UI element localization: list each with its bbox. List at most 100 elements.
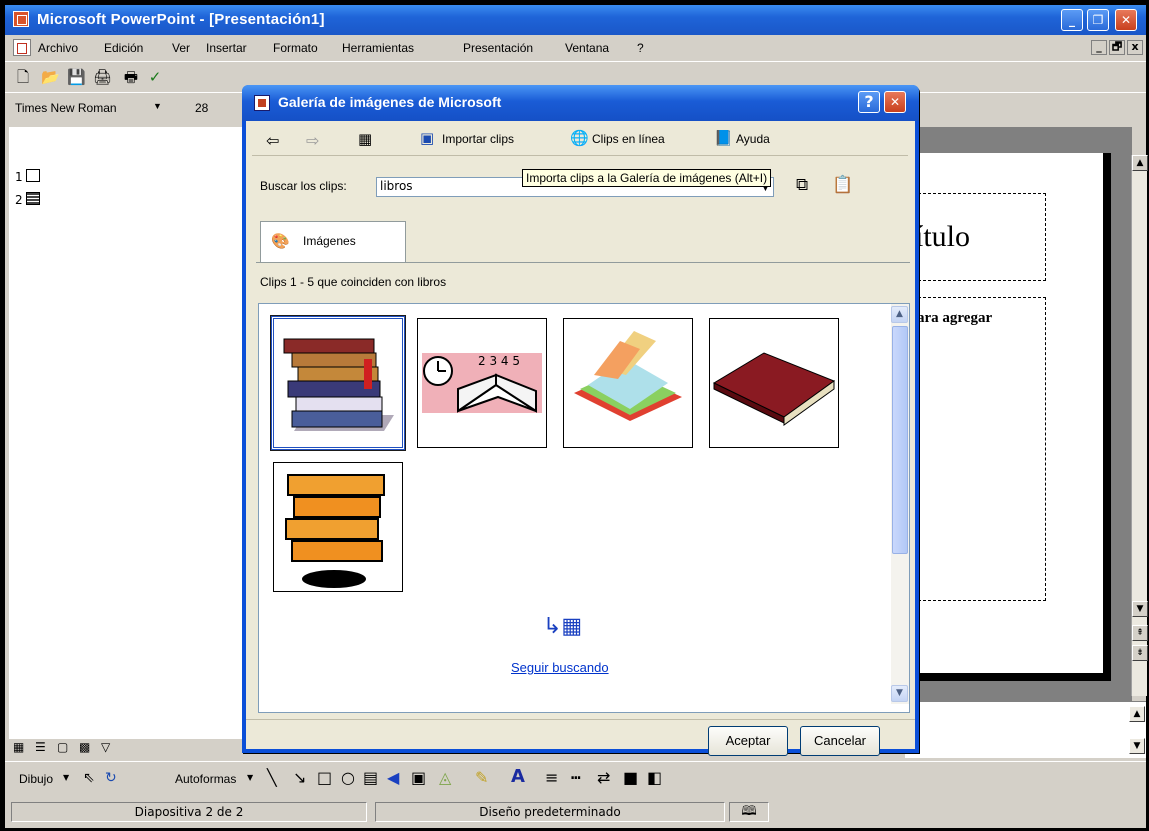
slide-canvas[interactable]: ítulo ara agregar	[913, 153, 1111, 681]
doc-restore-icon: 🗗	[1111, 40, 1123, 53]
clip-thumb-orange-books[interactable]	[273, 462, 403, 592]
scroll-down-icon[interactable]: ▼	[1132, 601, 1148, 617]
dialog-title: Galería de imágenes de Microsoft	[278, 94, 502, 110]
menu-ventana[interactable]: Ventana	[565, 41, 609, 55]
menu-edicion[interactable]: Edición	[104, 41, 143, 55]
continue-search-icon[interactable]: ↳▦	[543, 614, 582, 639]
import-clips-icon: ▣	[420, 129, 435, 147]
new-icon[interactable]: 🗋	[15, 69, 31, 85]
fill-color-icon[interactable]: ◬	[439, 768, 451, 787]
arrow-style-icon[interactable]: ⇄	[597, 768, 610, 787]
line-style-icon[interactable]: ≡	[545, 768, 558, 787]
normal-view-icon[interactable]: ▦	[13, 740, 24, 754]
paste-icon[interactable]: 📋	[832, 175, 853, 195]
clips-scrollbar[interactable]: ▲ ▼	[891, 304, 909, 704]
dash-style-icon[interactable]: ┅	[571, 768, 581, 787]
notes-pane[interactable]: ▲ ▼	[905, 701, 1146, 758]
wordart-icon[interactable]: ◀	[387, 768, 399, 787]
line-icon[interactable]: ╲	[267, 768, 277, 787]
dialog-close-button[interactable]: ✕	[884, 91, 906, 113]
clip-thumb-study-book[interactable]: 2 3 4 5	[417, 318, 547, 448]
arrow-icon[interactable]: ↘	[293, 768, 306, 787]
scroll-up-icon[interactable]: ▲	[1132, 155, 1148, 171]
save-icon[interactable]: 💾	[67, 69, 86, 85]
prev-slide-icon[interactable]: ⇞	[1132, 625, 1148, 641]
close-icon: ✕	[1120, 13, 1132, 27]
copy-icon[interactable]: ⧉	[796, 175, 808, 195]
slide-view-icon[interactable]: ▢	[57, 740, 68, 754]
menu-herramientas[interactable]: Herramientas	[342, 41, 414, 55]
close-button[interactable]: ✕	[1115, 9, 1137, 31]
slide-scrollbar[interactable]: ▲ ▼ ⇞ ⇟	[1131, 155, 1148, 696]
menu-insertar[interactable]: Insertar	[206, 41, 247, 55]
textbox-icon[interactable]: ▤	[363, 768, 378, 787]
draw-menu-button[interactable]: Dibujo	[19, 772, 53, 786]
globe-icon: 🌐	[570, 129, 589, 147]
doc-minimize-button[interactable]: _	[1091, 40, 1107, 55]
clipart-icon[interactable]: ▣	[411, 768, 426, 787]
doc-close-button[interactable]: x	[1127, 40, 1143, 55]
permission-icon[interactable]: 🖨	[93, 69, 112, 85]
scroll-up-icon[interactable]: ▲	[891, 306, 908, 323]
import-clips-button[interactable]: ▣ Importar clips	[412, 125, 558, 153]
oval-icon[interactable]: ○	[341, 768, 355, 787]
shadow-icon[interactable]: ■	[623, 768, 638, 787]
forward-arrow-icon[interactable]: ⇨	[306, 131, 319, 150]
font-name-box[interactable]: Times New Roman ▼	[13, 99, 162, 119]
doc-restore-button[interactable]: 🗗	[1109, 40, 1125, 55]
select-pointer-icon[interactable]: ⇖	[83, 770, 95, 786]
dialog-title-bar[interactable]: Galería de imágenes de Microsoft ? ✕	[242, 85, 919, 121]
help-toolbar-button[interactable]: 📘 Ayuda	[710, 125, 800, 153]
tab-imagenes[interactable]: 🎨 Imágenes	[260, 221, 406, 263]
continue-search-link[interactable]: Seguir buscando	[511, 660, 609, 675]
font-color-icon[interactable]: A	[511, 766, 525, 787]
menu-ayuda[interactable]: ?	[637, 41, 644, 55]
minimize-button[interactable]: _	[1061, 9, 1083, 31]
cancel-button[interactable]: Cancelar	[800, 726, 880, 756]
spelling-status-icon[interactable]: 🕮	[729, 802, 769, 822]
autoshapes-menu-button[interactable]: Autoformas	[175, 772, 236, 786]
restore-button[interactable]: ❐	[1087, 9, 1109, 31]
slideshow-icon[interactable]: ▽	[101, 740, 110, 754]
clip-thumb-books-stack[interactable]	[270, 315, 406, 451]
outline-pane: 1 2	[9, 127, 245, 739]
clip-thumb-colorful-book[interactable]	[563, 318, 693, 448]
line-color-icon[interactable]: ✎	[475, 768, 488, 787]
dialog-help-button[interactable]: ?	[858, 91, 880, 113]
status-slide: Diapositiva 2 de 2	[11, 802, 367, 822]
orange-books-image	[285, 474, 385, 588]
clip-gallery-dialog: Galería de imágenes de Microsoft ? ✕ ⇦ ⇨…	[242, 85, 919, 756]
clip-thumb-red-book[interactable]	[709, 318, 839, 448]
back-arrow-icon[interactable]: ⇦	[266, 131, 279, 150]
app-title-bar[interactable]: Microsoft PowerPoint - [Presentación1] _…	[5, 5, 1146, 35]
thumbnail-view-icon[interactable]: ▦	[358, 130, 372, 148]
document-icon[interactable]	[13, 39, 31, 56]
ok-button[interactable]: Aceptar	[708, 726, 788, 756]
menu-ver[interactable]: Ver	[172, 41, 190, 55]
outline-view-icon[interactable]: ☰	[35, 740, 46, 754]
rotate-icon[interactable]: ↻	[105, 770, 117, 786]
open-icon[interactable]: 📂	[41, 69, 60, 85]
dialog-toolbar: ⇦ ⇨ ▦ ▣ Importar clips 🌐 Clips en línea …	[252, 125, 908, 156]
scroll-down-icon[interactable]: ▼	[891, 685, 908, 702]
spelling-icon[interactable]: ✓	[147, 69, 163, 85]
body-placeholder[interactable]: ara agregar	[913, 297, 1046, 601]
help-icon: ?	[864, 92, 874, 111]
slide-thumb-1[interactable]: 1	[15, 169, 41, 184]
notes-scroll-down-icon[interactable]: ▼	[1129, 738, 1145, 754]
rectangle-icon[interactable]: □	[317, 768, 332, 787]
notes-scroll-up-icon[interactable]: ▲	[1129, 706, 1145, 722]
study-book-image: 2 3 4 5	[422, 353, 542, 413]
online-clips-button[interactable]: 🌐 Clips en línea	[566, 125, 696, 153]
scroll-thumb[interactable]	[892, 326, 908, 554]
print-icon[interactable]: 🖶	[123, 69, 139, 85]
next-slide-icon[interactable]: ⇟	[1132, 645, 1148, 661]
title-placeholder[interactable]: ítulo	[913, 193, 1046, 281]
sorter-view-icon[interactable]: ▩	[79, 740, 90, 754]
3d-icon[interactable]: ◧	[647, 768, 662, 787]
menu-formato[interactable]: Formato	[273, 41, 318, 55]
slide-thumb-2[interactable]: 2	[15, 192, 41, 207]
menu-archivo[interactable]: Archivo	[38, 41, 78, 55]
menu-presentacion[interactable]: Presentación	[463, 41, 533, 55]
font-size-box[interactable]: 28	[195, 101, 208, 115]
